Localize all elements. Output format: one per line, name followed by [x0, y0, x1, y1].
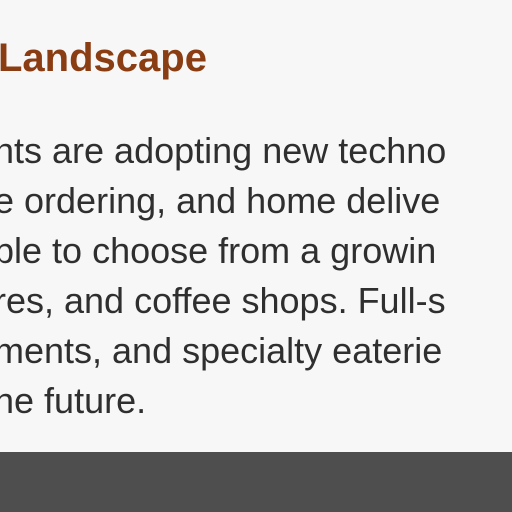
body-line-5: ments, and specialty eaterie	[0, 330, 443, 371]
body-line-1: nts are adopting new techno	[0, 130, 447, 171]
page: Landscape nts are adopting new techno e …	[0, 0, 512, 512]
body-line-3: ble to choose from a growin	[0, 230, 437, 271]
article-body: nts are adopting new techno e ordering, …	[0, 126, 446, 426]
body-line-4: res, and coffee shops. Full-s	[0, 280, 446, 321]
article-content: Landscape nts are adopting new techno e …	[0, 0, 512, 452]
body-line-6: he future.	[0, 380, 147, 421]
section-heading: Landscape	[0, 36, 207, 80]
body-line-2: e ordering, and home delive	[0, 180, 441, 221]
footer-bar	[0, 452, 512, 512]
